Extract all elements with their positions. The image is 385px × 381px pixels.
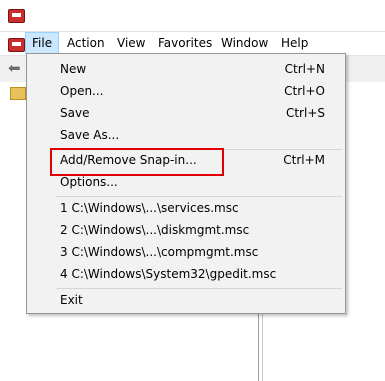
file-menu-item-new[interactable]: New Ctrl+N <box>59 58 345 80</box>
menu-item-shortcut: Ctrl+S <box>285 106 325 120</box>
file-menu-item-exit[interactable]: Exit <box>59 289 345 311</box>
highlight-box <box>50 148 224 176</box>
menu-item-shortcut: Ctrl+O <box>284 84 325 98</box>
menu-item-label: Exit <box>60 293 83 307</box>
menu-item-label: Save As... <box>60 128 120 142</box>
system-menu-icon[interactable] <box>8 38 25 52</box>
file-menu-item-recent-1[interactable]: 1 C:\Windows\...\services.msc <box>59 197 345 219</box>
title-bar <box>0 0 385 32</box>
menu-item-shortcut: Ctrl+M <box>283 153 325 167</box>
menu-item-label: 3 C:\Windows\...\compmgmt.msc <box>60 245 259 259</box>
file-menu-item-save[interactable]: Save Ctrl+S <box>59 102 345 124</box>
menu-item-label: Save <box>60 106 90 120</box>
file-menu-item-recent-4[interactable]: 4 C:\Windows\System32\gpedit.msc <box>59 263 345 285</box>
menu-item-label: New <box>60 62 87 76</box>
file-menu-item-open[interactable]: Open... Ctrl+O <box>59 80 345 102</box>
menu-view[interactable]: View <box>111 32 151 54</box>
menu-item-label: Open... <box>60 84 104 98</box>
menu-action[interactable]: Action <box>61 32 111 54</box>
menu-favorites[interactable]: Favorites <box>152 32 218 54</box>
menu-item-label: 1 C:\Windows\...\services.msc <box>60 201 239 215</box>
pane-splitter[interactable] <box>258 312 259 381</box>
menu-window[interactable]: Window <box>215 32 274 54</box>
pane-splitter-edge <box>262 312 263 381</box>
menu-item-label: 4 C:\Windows\System32\gpedit.msc <box>60 267 277 281</box>
mmc-app-icon <box>8 9 25 23</box>
menu-help[interactable]: Help <box>275 32 314 54</box>
file-menu-item-recent-3[interactable]: 3 C:\Windows\...\compmgmt.msc <box>59 241 345 263</box>
file-menu-dropdown: New Ctrl+N Open... Ctrl+O Save Ctrl+S Sa… <box>26 53 346 314</box>
file-menu-item-save-as[interactable]: Save As... <box>59 124 345 146</box>
back-arrow-icon[interactable]: ⬅ <box>8 60 21 76</box>
folder-icon[interactable] <box>10 87 26 100</box>
menu-item-shortcut: Ctrl+N <box>284 62 325 76</box>
menu-file[interactable]: File <box>25 32 60 54</box>
file-menu-item-recent-2[interactable]: 2 C:\Windows\...\diskmgmt.msc <box>59 219 345 241</box>
menu-bar: File Action View Favorites Window Help <box>0 32 385 54</box>
menu-item-label: 2 C:\Windows\...\diskmgmt.msc <box>60 223 250 237</box>
